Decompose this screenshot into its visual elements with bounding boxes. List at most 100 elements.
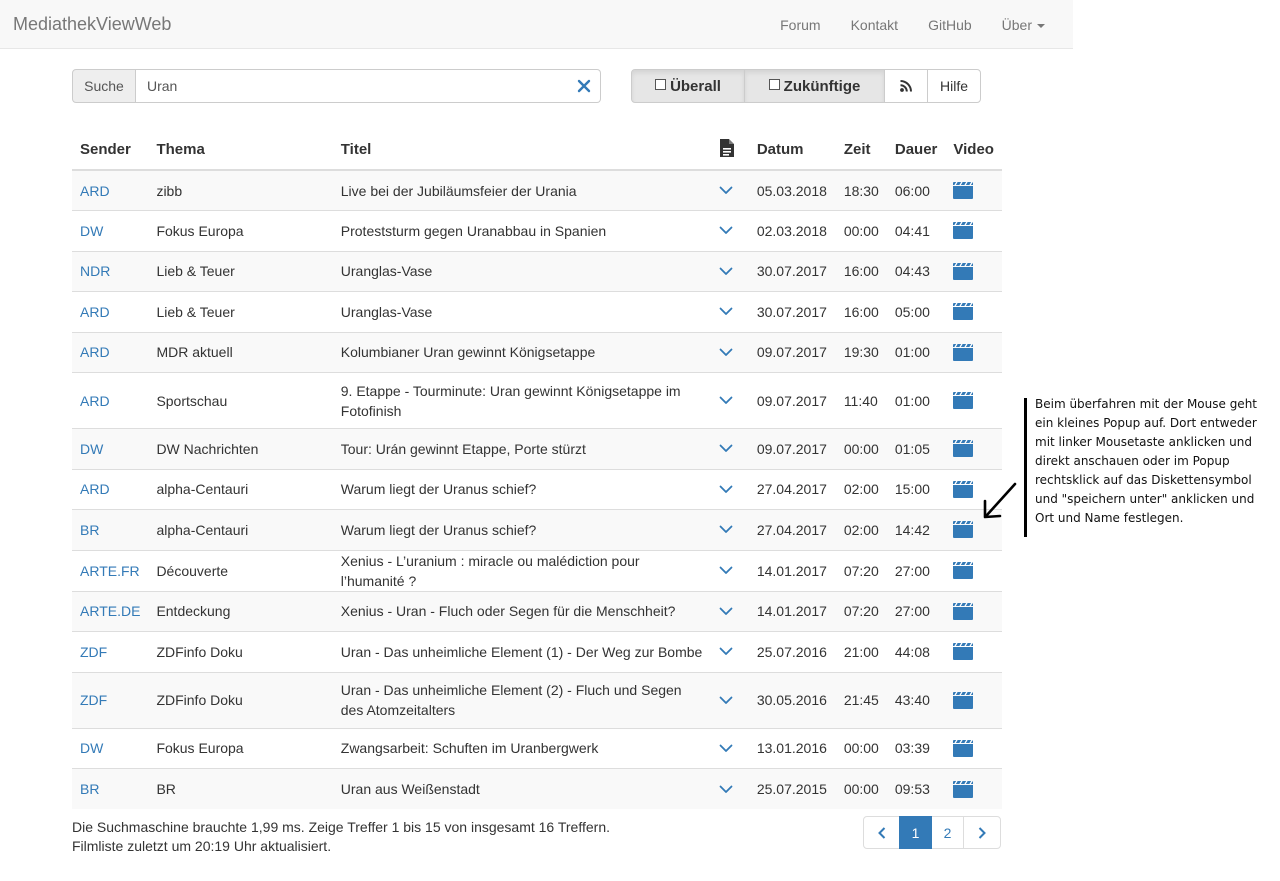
brand-logo[interactable]: MediathekViewWeb	[13, 14, 171, 35]
sender-link[interactable]: ARD	[80, 304, 110, 320]
header-thema[interactable]: Thema	[148, 130, 333, 171]
sender-link[interactable]: DW	[80, 223, 103, 239]
sender-link[interactable]: ARTE.FR	[80, 563, 140, 579]
sender-link[interactable]: ARTE.DE	[80, 603, 140, 619]
cell-expand[interactable]	[711, 331, 749, 373]
chevron-down-icon[interactable]	[719, 647, 733, 656]
cell-expand[interactable]	[711, 372, 749, 429]
cell-video[interactable]	[945, 671, 1002, 728]
video-clapper-icon[interactable]	[953, 262, 974, 280]
cell-video[interactable]	[945, 372, 1002, 429]
nav-forum-link[interactable]: Forum	[780, 17, 820, 33]
header-datum[interactable]: Datum	[748, 130, 836, 171]
video-clapper-icon[interactable]	[953, 222, 974, 240]
cell-expand[interactable]	[711, 768, 749, 809]
nav-kontakt-link[interactable]: Kontakt	[851, 17, 898, 33]
video-clapper-icon[interactable]	[953, 739, 974, 757]
chevron-down-icon[interactable]	[719, 267, 733, 276]
search-options-toolbar: Überall Zukünftige Hilfe	[631, 69, 981, 103]
cell-video[interactable]	[945, 768, 1002, 809]
chevron-down-icon[interactable]	[719, 186, 733, 195]
sender-link[interactable]: BR	[80, 522, 99, 538]
cell-video[interactable]	[945, 727, 1002, 769]
cell-zeit: 21:00	[835, 631, 887, 672]
next-page-button[interactable]	[963, 816, 1001, 849]
sender-link[interactable]: ARD	[80, 344, 110, 360]
cell-datum: 09.07.2017	[748, 372, 836, 429]
sender-link[interactable]: DW	[80, 740, 103, 756]
search-input[interactable]	[136, 69, 601, 103]
video-clapper-icon[interactable]	[953, 182, 974, 199]
cell-expand[interactable]	[711, 291, 749, 332]
cell-expand[interactable]	[711, 210, 749, 251]
cell-titel: Zwangsarbeit: Schuften im Uranbergwerk	[332, 727, 712, 769]
sender-link[interactable]: ARD	[80, 481, 110, 497]
video-clapper-icon[interactable]	[953, 780, 974, 798]
chevron-down-icon[interactable]	[719, 396, 733, 405]
help-button[interactable]: Hilfe	[927, 69, 981, 103]
cell-expand[interactable]	[711, 468, 749, 510]
page-2-button[interactable]: 2	[931, 816, 964, 849]
cell-video[interactable]	[945, 250, 1002, 292]
sender-link[interactable]: ARD	[80, 183, 110, 199]
cell-expand[interactable]	[711, 250, 749, 292]
cell-video[interactable]	[945, 590, 1002, 632]
video-clapper-icon[interactable]	[953, 303, 974, 321]
video-clapper-icon[interactable]	[953, 440, 974, 458]
sender-link[interactable]: ARD	[80, 393, 110, 409]
video-clapper-icon[interactable]	[953, 343, 974, 361]
video-clapper-icon[interactable]	[953, 392, 974, 409]
page-1-button[interactable]: 1	[899, 816, 932, 849]
header-sender[interactable]: Sender	[72, 130, 149, 171]
future-label: Zukünftige	[783, 77, 861, 95]
video-clapper-icon[interactable]	[953, 691, 974, 709]
cell-expand[interactable]	[711, 671, 749, 728]
cell-expand[interactable]	[711, 428, 749, 469]
header-titel[interactable]: Titel	[332, 130, 712, 171]
video-clapper-icon[interactable]	[953, 602, 974, 620]
cell-video[interactable]	[945, 631, 1002, 672]
chevron-down-icon[interactable]	[719, 785, 733, 794]
cell-expand[interactable]	[711, 727, 749, 769]
cell-video[interactable]	[945, 331, 1002, 373]
video-clapper-icon[interactable]	[953, 643, 974, 661]
cell-video[interactable]	[945, 549, 1002, 591]
chevron-down-icon[interactable]	[719, 307, 733, 316]
cell-video[interactable]	[945, 291, 1002, 332]
header-dauer[interactable]: Dauer	[886, 130, 946, 171]
everywhere-toggle-button[interactable]: Überall	[631, 69, 745, 103]
sender-link[interactable]: NDR	[80, 263, 110, 279]
cell-expand[interactable]	[711, 549, 749, 591]
cell-video[interactable]	[945, 428, 1002, 469]
video-clapper-icon[interactable]	[953, 562, 974, 579]
sender-link[interactable]: ZDF	[80, 644, 107, 660]
header-zeit[interactable]: Zeit	[835, 130, 887, 171]
future-toggle-button[interactable]: Zukünftige	[744, 69, 885, 103]
video-clapper-icon[interactable]	[953, 521, 974, 539]
cell-video[interactable]	[945, 169, 1002, 211]
chevron-down-icon[interactable]	[719, 485, 733, 494]
chevron-down-icon[interactable]	[719, 525, 733, 534]
nav-github-link[interactable]: GitHub	[928, 17, 972, 33]
sender-link[interactable]: DW	[80, 441, 103, 457]
cell-expand[interactable]	[711, 509, 749, 550]
chevron-down-icon[interactable]	[719, 444, 733, 453]
cell-sender: BR	[72, 509, 149, 550]
video-clapper-icon[interactable]	[953, 480, 974, 498]
nav-ueber-dropdown[interactable]: Über	[1002, 17, 1045, 33]
chevron-down-icon[interactable]	[719, 226, 733, 235]
chevron-down-icon[interactable]	[719, 696, 733, 705]
chevron-down-icon[interactable]	[719, 348, 733, 357]
rss-button[interactable]	[884, 69, 928, 103]
cell-expand[interactable]	[711, 590, 749, 632]
chevron-down-icon[interactable]	[719, 566, 733, 575]
cell-expand[interactable]	[711, 169, 749, 211]
chevron-down-icon[interactable]	[719, 607, 733, 616]
sender-link[interactable]: ZDF	[80, 692, 107, 708]
chevron-down-icon[interactable]	[719, 744, 733, 753]
cell-expand[interactable]	[711, 631, 749, 672]
close-icon[interactable]	[575, 76, 593, 96]
sender-link[interactable]: BR	[80, 781, 99, 797]
cell-video[interactable]	[945, 210, 1002, 251]
prev-page-button[interactable]	[863, 816, 900, 849]
